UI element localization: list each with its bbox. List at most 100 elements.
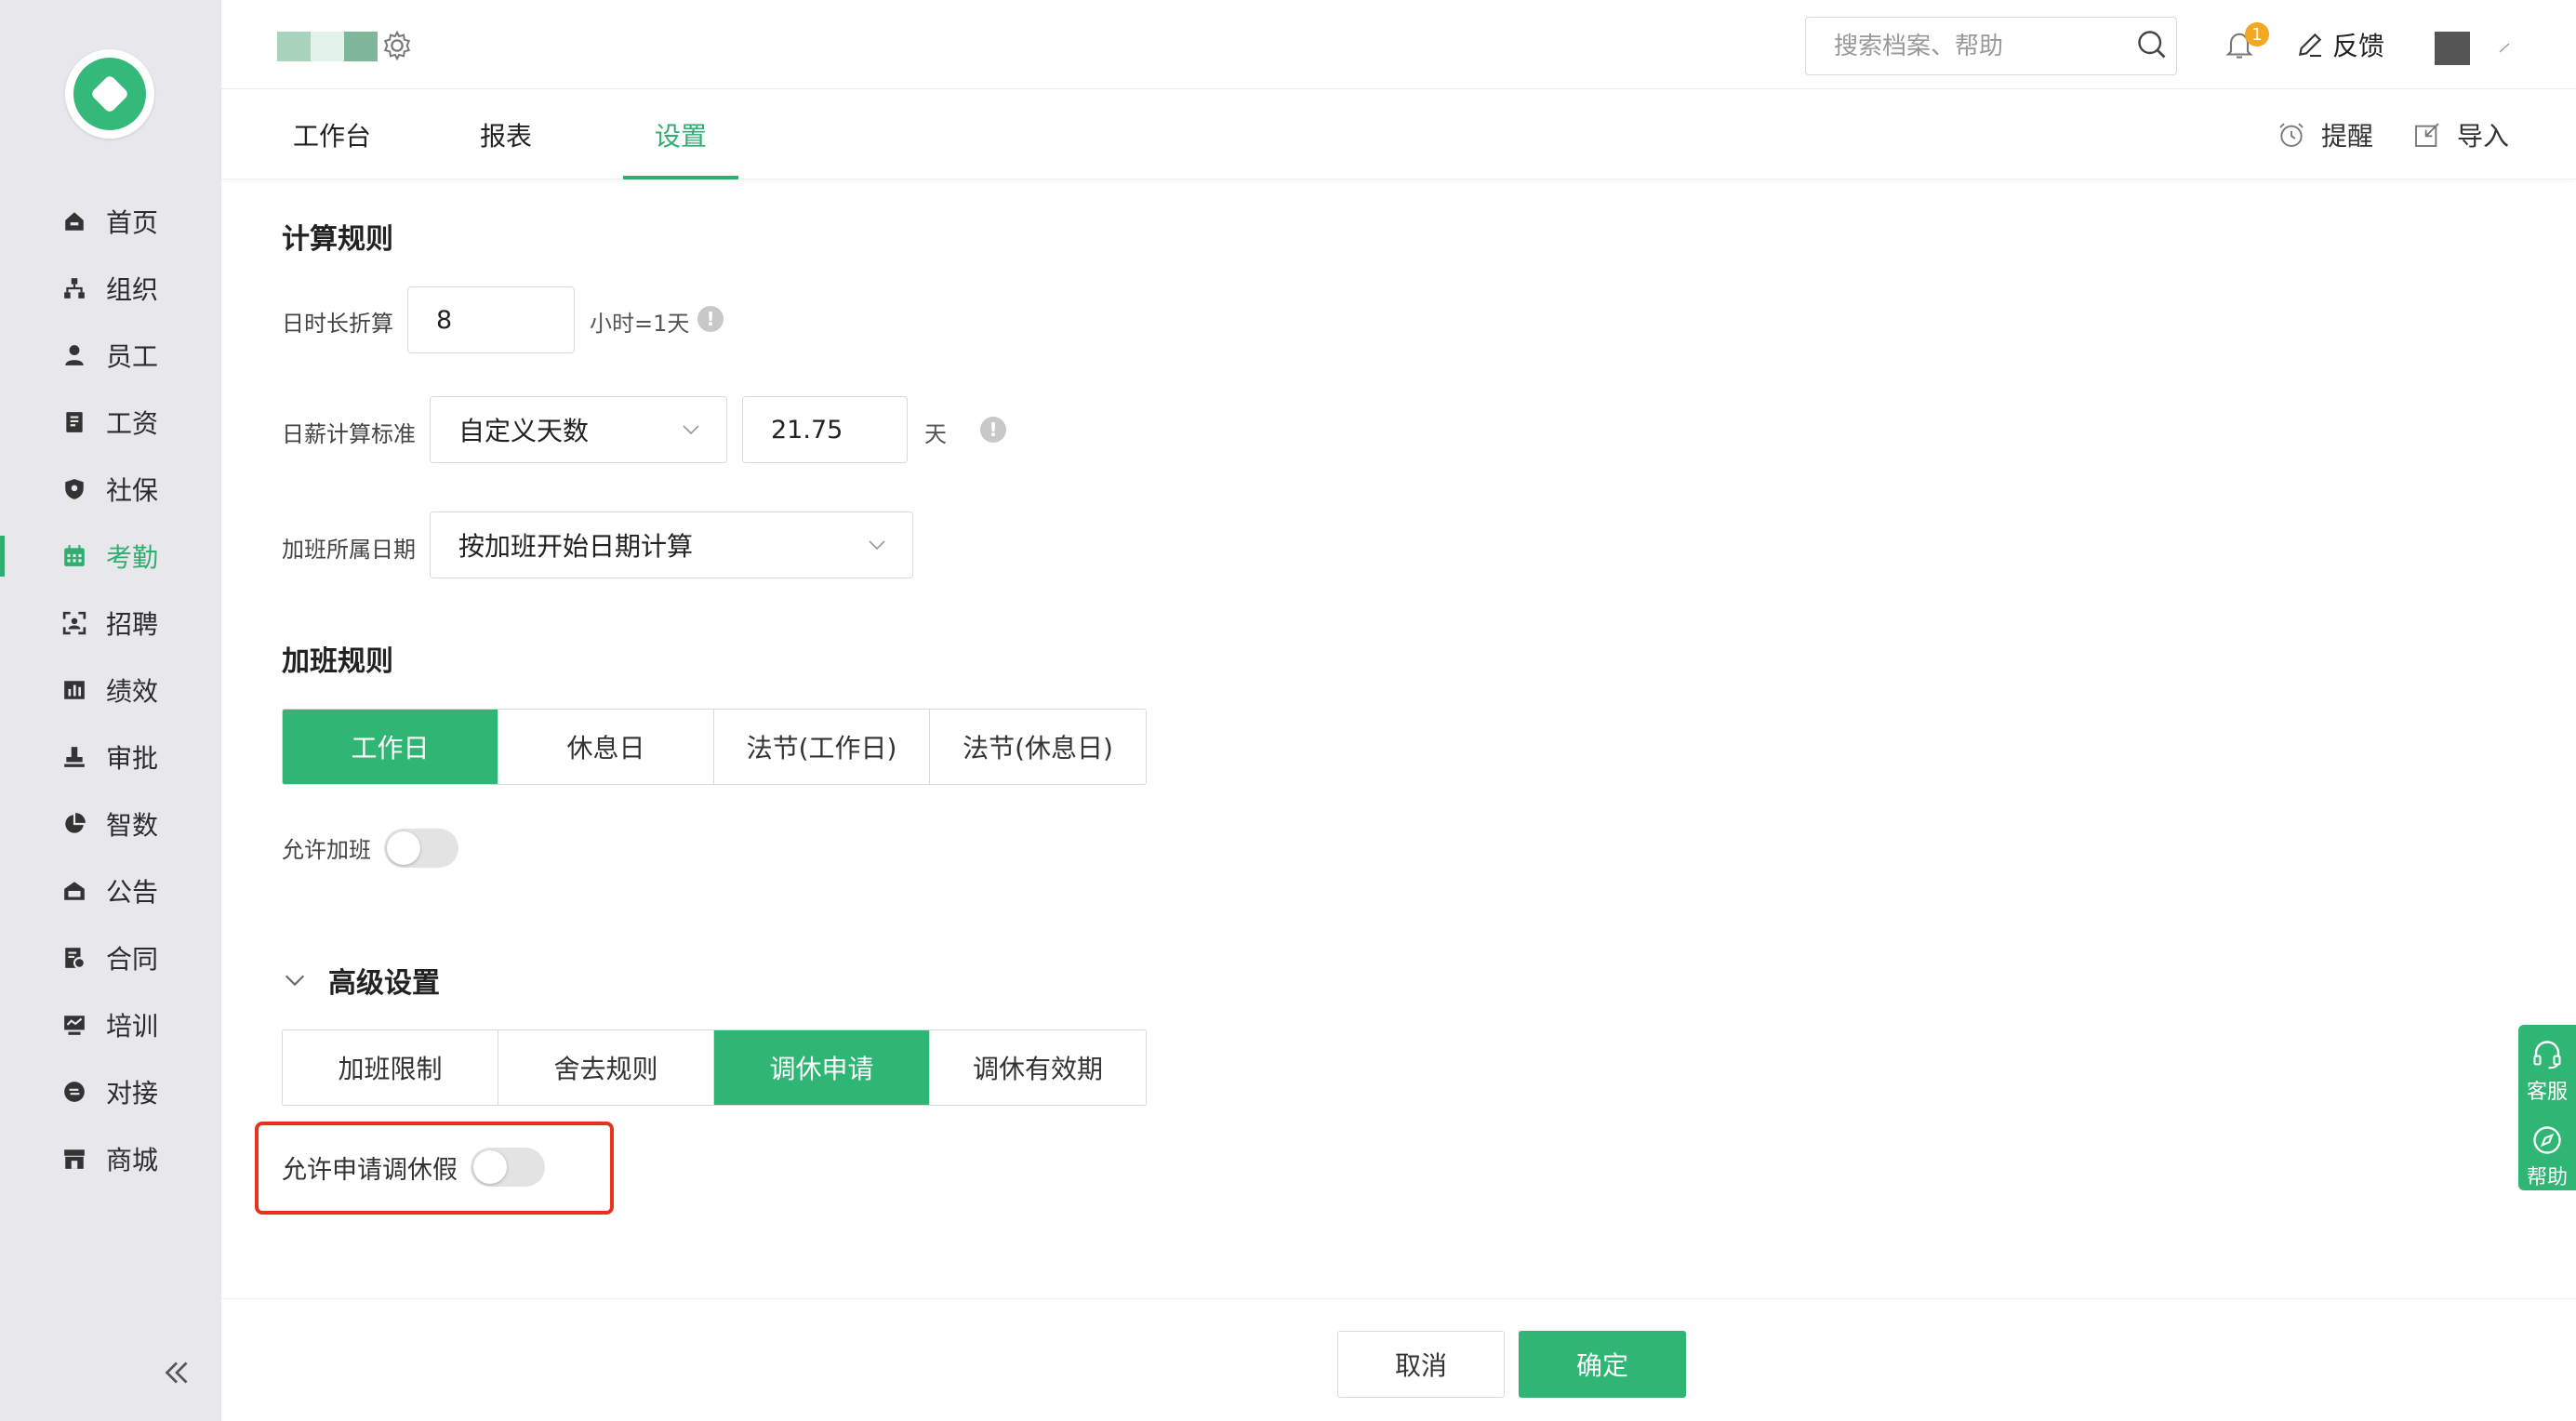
stamp-icon xyxy=(61,744,87,770)
tab-reports[interactable]: 报表 xyxy=(480,90,532,179)
segment-rounding-rule[interactable]: 舍去规则 xyxy=(498,1030,714,1105)
help-button[interactable]: 帮助 xyxy=(2518,1123,2576,1190)
daily-salary-select[interactable]: 自定义天数 xyxy=(430,396,727,463)
tab-workbench[interactable]: 工作台 xyxy=(293,90,371,179)
sidebar-item-recruit[interactable]: 招聘 xyxy=(0,590,221,657)
advanced-segmented: 加班限制 舍去规则 调休申请 调休有效期 xyxy=(282,1029,1147,1106)
chevron-down-icon[interactable] xyxy=(2496,39,2515,58)
overtime-rules-title: 加班规则 xyxy=(282,645,393,678)
footer-bar: 取消 确定 xyxy=(221,1298,2576,1421)
contract-icon xyxy=(61,945,87,971)
sidebar-item-label: 工资 xyxy=(106,408,159,439)
chevron-down-icon xyxy=(683,425,699,435)
segment-comp-leave-validity[interactable]: 调休有效期 xyxy=(930,1030,1146,1105)
avatar[interactable] xyxy=(2435,32,2470,65)
remind-button[interactable]: 提醒 xyxy=(2277,90,2373,179)
allow-overtime-label: 允许加班 xyxy=(282,837,371,863)
segment-overtime-limit[interactable]: 加班限制 xyxy=(283,1030,498,1105)
sidebar-item-label: 对接 xyxy=(106,1078,159,1109)
day-hours-label: 日时长折算 xyxy=(282,311,393,337)
tab-bar: 工作台 报表 设置 提醒 导入 xyxy=(221,90,2576,179)
daily-salary-days-input[interactable]: 21.75 xyxy=(742,396,908,463)
search-icon[interactable] xyxy=(2135,28,2169,65)
sidebar-item-label: 公告 xyxy=(106,877,159,908)
app-logo[interactable] xyxy=(65,49,154,139)
sidebar-item-label: 合同 xyxy=(106,944,159,975)
home-icon xyxy=(61,208,87,234)
sidebar-item-label: 绩效 xyxy=(106,676,159,707)
tab-settings[interactable]: 设置 xyxy=(622,90,739,179)
overtime-date-select[interactable]: 按加班开始日期计算 xyxy=(430,511,913,578)
segment-holiday-workday[interactable]: 法节(工作日) xyxy=(714,710,930,784)
sidebar-item-label: 培训 xyxy=(106,1011,159,1042)
info-icon[interactable]: ! xyxy=(697,306,724,332)
training-icon xyxy=(61,1012,87,1038)
chevron-down-icon xyxy=(285,975,305,987)
top-bar: 1 反馈 xyxy=(221,0,2576,89)
sidebar-item-label: 社保 xyxy=(106,475,159,506)
segment-workday[interactable]: 工作日 xyxy=(283,710,498,784)
calc-rules-title: 计算规则 xyxy=(282,223,393,256)
sidebar-item-salary[interactable]: 工资 xyxy=(0,389,221,456)
sidebar-item-attendance[interactable]: 考勤 xyxy=(0,523,221,590)
sidebar-item-approval[interactable]: 审批 xyxy=(0,724,221,790)
main-area: 1 反馈 工作台 报表 设置 提醒 导入 计算规则 日时长折算 8 小时=1天 … xyxy=(221,0,2576,1421)
customer-service-button[interactable]: 客服 xyxy=(2518,1038,2576,1105)
floating-help-panel: 客服 帮助 xyxy=(2518,1025,2576,1190)
headset-icon xyxy=(2533,1041,2561,1069)
sidebar-item-label: 招聘 xyxy=(106,609,159,640)
allow-overtime-toggle[interactable] xyxy=(384,829,458,868)
customer-service-label: 客服 xyxy=(2526,1081,2568,1104)
daily-salary-unit: 天 xyxy=(924,421,947,447)
org-tree-icon xyxy=(61,275,87,301)
segment-holiday-rest-day[interactable]: 法节(休息日) xyxy=(930,710,1146,784)
advanced-settings-header[interactable]: 高级设置 xyxy=(282,960,440,1001)
cancel-button[interactable]: 取消 xyxy=(1337,1331,1505,1398)
feedback-button[interactable]: 反馈 xyxy=(2295,24,2384,65)
day-hours-input[interactable]: 8 xyxy=(407,286,575,353)
sidebar-item-announcement[interactable]: 公告 xyxy=(0,857,221,924)
pie-chart-icon xyxy=(61,811,87,837)
overtime-date-select-value: 按加班开始日期计算 xyxy=(458,531,694,562)
daily-salary-select-value: 自定义天数 xyxy=(458,416,590,446)
sidebar-item-org[interactable]: 组织 xyxy=(0,255,221,322)
connect-icon xyxy=(61,1079,87,1105)
segment-rest-day[interactable]: 休息日 xyxy=(498,710,714,784)
company-name-redacted xyxy=(277,32,378,61)
sidebar-item-analytics[interactable]: 智数 xyxy=(0,790,221,857)
sidebar-item-home[interactable]: 首页 xyxy=(0,188,221,255)
segment-comp-leave-application[interactable]: 调休申请 xyxy=(714,1030,930,1105)
sidebar-item-performance[interactable]: 绩效 xyxy=(0,657,221,724)
import-button[interactable]: 导入 xyxy=(2412,90,2509,179)
sidebar-item-store[interactable]: 商城 xyxy=(0,1125,221,1192)
remind-label: 提醒 xyxy=(2321,121,2374,152)
overtime-date-label: 加班所属日期 xyxy=(282,537,416,563)
shield-icon xyxy=(61,476,87,502)
pencil-icon xyxy=(2298,33,2322,58)
sidebar-item-contract[interactable]: 合同 xyxy=(0,924,221,991)
confirm-button[interactable]: 确定 xyxy=(1519,1331,1686,1398)
info-icon[interactable]: ! xyxy=(980,417,1006,443)
announcement-icon xyxy=(61,878,87,904)
sidebar-item-label: 考勤 xyxy=(106,542,159,573)
sidebar-item-social-security[interactable]: 社保 xyxy=(0,456,221,523)
sidebar-item-employee[interactable]: 员工 xyxy=(0,322,221,389)
help-label: 帮助 xyxy=(2526,1166,2568,1189)
collapse-sidebar-icon[interactable] xyxy=(160,1356,193,1389)
salary-icon xyxy=(61,409,87,435)
search-input[interactable] xyxy=(1834,32,2135,60)
bar-chart-icon xyxy=(61,677,87,703)
sidebar-item-label: 商城 xyxy=(106,1145,159,1175)
sidebar-item-label: 智数 xyxy=(106,810,159,841)
chevron-down-icon xyxy=(869,540,885,551)
sidebar-item-training[interactable]: 培训 xyxy=(0,991,221,1058)
gear-icon[interactable] xyxy=(381,30,413,61)
sidebar-item-integration[interactable]: 对接 xyxy=(0,1058,221,1125)
allow-comp-leave-label: 允许申请调休假 xyxy=(282,1156,458,1185)
import-icon xyxy=(2415,123,2439,147)
sidebar-nav: 首页 组织 员工 工资 社保 考勤 招聘 绩效 审批 智数 公告 合同 培训 对… xyxy=(0,188,221,1192)
sidebar-item-label: 首页 xyxy=(106,207,159,238)
search-bar[interactable] xyxy=(1805,17,2177,75)
allow-comp-leave-toggle[interactable] xyxy=(471,1148,545,1187)
alarm-clock-icon xyxy=(2279,123,2304,147)
